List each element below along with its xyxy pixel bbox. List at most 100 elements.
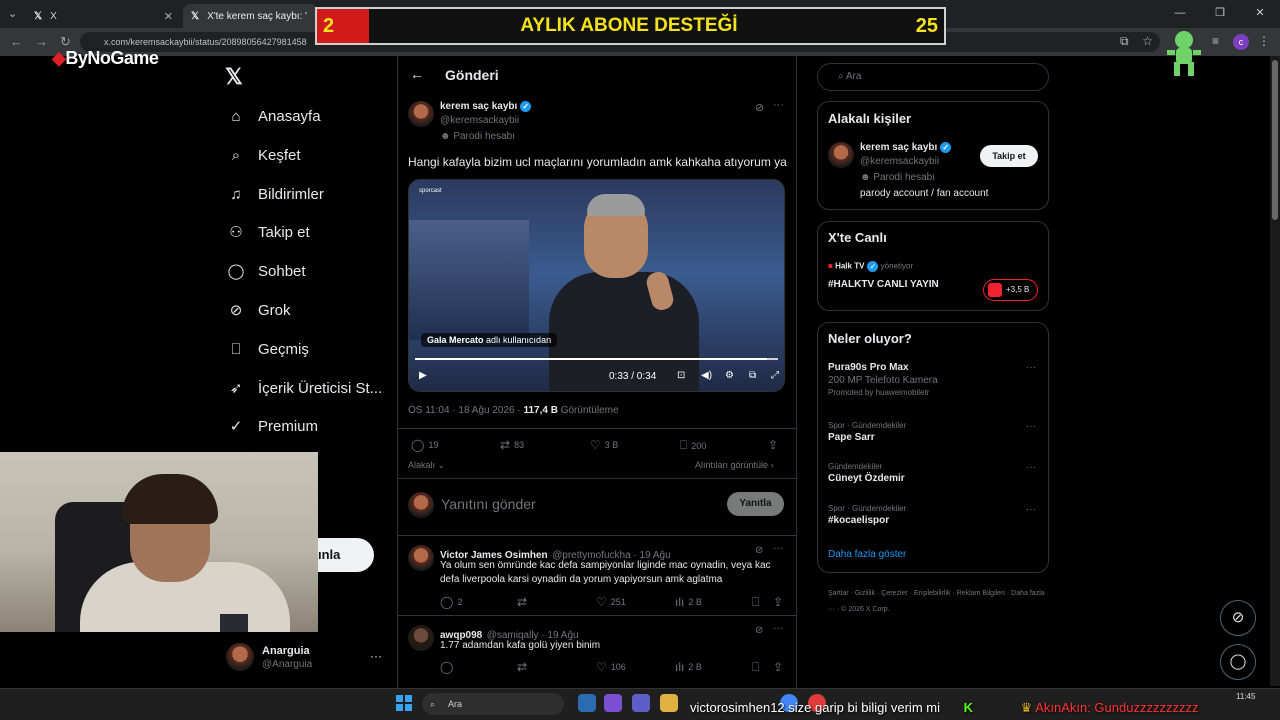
account-switcher[interactable]: Anarguia @Anarguia ···: [226, 643, 396, 675]
more-icon[interactable]: ···: [1026, 421, 1036, 432]
scrollbar-thumb[interactable]: [1272, 60, 1278, 220]
windows-start-icon[interactable]: [396, 695, 412, 711]
play-icon[interactable]: ▶: [419, 370, 427, 381]
tab-title: X: [50, 10, 57, 22]
footer-links[interactable]: Şartlar · Gizlilik · Çerezler · Erişileb…: [828, 586, 1048, 618]
captions-icon[interactable]: ⊡: [677, 370, 685, 381]
pip-icon[interactable]: ⧉: [749, 370, 756, 381]
tab-x-home[interactable]: 𝕏 X ✕: [26, 4, 181, 28]
share-action[interactable]: ⇪: [773, 660, 787, 674]
repost-action[interactable]: ⇄: [517, 595, 531, 609]
grok-icon[interactable]: ⊘: [755, 625, 763, 636]
sidebar-item-grok[interactable]: ⊘ Grok: [226, 295, 291, 325]
live-listeners-pill[interactable]: +3,5 B: [983, 279, 1038, 301]
video-source-tag[interactable]: Gala Mercato adlı kullanıcıdan: [421, 333, 558, 347]
fullscreen-icon[interactable]: ⤢: [771, 370, 779, 381]
sidebar-item-premium[interactable]: ✓ Premium: [226, 411, 318, 441]
show-more-link[interactable]: Daha fazla göster: [828, 549, 906, 560]
sidebar-item-geçmiş[interactable]: ⎕ Geçmiş: [226, 334, 308, 364]
search-input[interactable]: ⌕ Ara: [817, 63, 1049, 91]
share-action[interactable]: ⇪: [773, 595, 787, 609]
reply-button[interactable]: Yanıtla: [727, 492, 784, 516]
sidebar-item-keşfet[interactable]: ⌕ Keşfet: [226, 140, 301, 170]
views-action[interactable]: ılı 2 B: [675, 595, 702, 609]
more-icon[interactable]: ···: [773, 99, 784, 111]
maximize-icon[interactable]: ❐: [1200, 0, 1240, 28]
author-name[interactable]: kerem saç kaybı ✓: [440, 101, 532, 112]
avatar[interactable]: [408, 625, 434, 651]
tab-post[interactable]: 𝕏 X'te kerem saç kaybı: "Hangi k: [183, 4, 318, 28]
more-icon[interactable]: ···: [370, 649, 382, 663]
x-logo-icon[interactable]: 𝕏: [225, 64, 243, 90]
more-icon[interactable]: ···: [1026, 504, 1036, 515]
forward-icon[interactable]: →: [35, 34, 48, 49]
more-icon[interactable]: ···: [1026, 462, 1036, 473]
taskbar-search-input[interactable]: ⌕ Ara: [422, 693, 564, 715]
post-meta: ÖS 11:04 · 18 Ağu 2026 · 117,4 B Görüntü…: [408, 405, 619, 416]
follow-button[interactable]: Takip et: [980, 145, 1038, 167]
sidebar-item-takip-et[interactable]: ⚇ Takip et: [226, 217, 309, 247]
grok-fab-icon[interactable]: ⊘: [1220, 600, 1256, 636]
bookmark-star-icon[interactable]: ☆: [1142, 34, 1153, 48]
grok-icon[interactable]: ⊘: [755, 545, 763, 556]
close-icon[interactable]: ✕: [164, 10, 173, 23]
back-arrow-icon[interactable]: ←: [410, 66, 424, 82]
reply-action[interactable]: ◯ 2: [440, 595, 462, 609]
repost-action[interactable]: ⇄: [517, 660, 531, 674]
halktv-icon: ■: [828, 261, 833, 271]
author-avatar[interactable]: [408, 101, 434, 127]
more-icon[interactable]: ···: [773, 623, 783, 634]
kick-icon: K: [963, 700, 973, 715]
more-icon[interactable]: ···: [1026, 362, 1036, 373]
reply-input[interactable]: Yanıtını gönder: [441, 496, 536, 512]
like-count: 3 B: [604, 440, 619, 450]
sidebar-item-sohbet[interactable]: ◯ Sohbet: [226, 256, 306, 286]
back-icon[interactable]: ←: [10, 34, 23, 49]
video-player[interactable]: sporcast Gala Mercato adlı kullanıcıdan …: [408, 179, 785, 392]
relevant-sort[interactable]: Alakalı ⌄: [408, 460, 445, 471]
settings-icon[interactable]: ⚙: [725, 370, 734, 381]
grok-icon[interactable]: ⊘: [755, 101, 764, 114]
avatar[interactable]: [828, 142, 854, 168]
bookmark-action[interactable]: ⎕ 200: [680, 438, 706, 453]
cast-icon[interactable]: ⧉: [1120, 34, 1129, 49]
profile-avatar[interactable]: c: [1233, 34, 1249, 50]
reply-action[interactable]: ◯: [440, 660, 457, 674]
menu-icon[interactable]: ⋮: [1258, 34, 1270, 48]
video-progress-bar[interactable]: [415, 358, 778, 360]
person-name[interactable]: kerem saç kaybı ✓: [860, 142, 952, 153]
minimize-icon[interactable]: —: [1160, 0, 1200, 28]
like-action[interactable]: ♡ 3 B: [590, 438, 618, 452]
bookmark-icon: ⎕: [680, 438, 688, 452]
bookmark-action[interactable]: ⎕: [752, 660, 763, 675]
live-stream-title[interactable]: #HALKTV CANLI YAYIN: [828, 279, 939, 290]
like-action[interactable]: ♡ 251: [596, 595, 626, 609]
trend-item[interactable]: Pura90s Pro Max 200 MP Telefoto Kamera Pro…: [828, 362, 1038, 399]
taskbar-clock[interactable]: 11:45: [1236, 692, 1255, 701]
close-window-icon[interactable]: ✕: [1240, 0, 1280, 28]
chat-fab-icon[interactable]: ◯: [1220, 644, 1256, 680]
trend-item[interactable]: Spor · Gündemdekiler #kocaelispor ···: [828, 504, 1038, 528]
explorer-icon[interactable]: [660, 694, 678, 712]
copilot-icon[interactable]: [604, 694, 622, 712]
bookmark-action[interactable]: ⎕: [752, 595, 763, 610]
views-action[interactable]: ılı 2 B: [675, 660, 702, 674]
sidebar-item-i-çerik-üreticisi-st-[interactable]: ➶ İçerik Üreticisi St...: [226, 373, 382, 403]
tab-search-icon[interactable]: ⌄: [8, 7, 17, 20]
live-host[interactable]: ■ Halk TV ✓ yönetiyor: [828, 261, 913, 272]
share-action[interactable]: ⇪: [768, 438, 782, 452]
sidebar-item-bildirimler[interactable]: ♫ Bildirimler: [226, 179, 323, 209]
taskview-icon[interactable]: [578, 694, 596, 712]
more-icon[interactable]: ···: [773, 543, 783, 554]
like-action[interactable]: ♡ 106: [596, 660, 626, 674]
repost-action[interactable]: ⇄ 83: [500, 438, 524, 452]
teams-icon[interactable]: [632, 694, 650, 712]
reply-action[interactable]: ◯ 19: [411, 438, 438, 452]
trend-item[interactable]: Spor · Gündemdekiler Pape Sarr ···: [828, 421, 1038, 445]
sidebar-item-anasayfa[interactable]: ⌂ Anasayfa: [226, 101, 320, 131]
extensions-icon[interactable]: ≡: [1212, 34, 1219, 48]
view-quotes-link[interactable]: Alıntıları görüntüle ›: [695, 460, 774, 470]
trend-item[interactable]: Gündemdekiler Cüneyt Özdemir ···: [828, 462, 1038, 486]
volume-icon[interactable]: ◀): [701, 370, 712, 381]
avatar[interactable]: [408, 545, 434, 571]
